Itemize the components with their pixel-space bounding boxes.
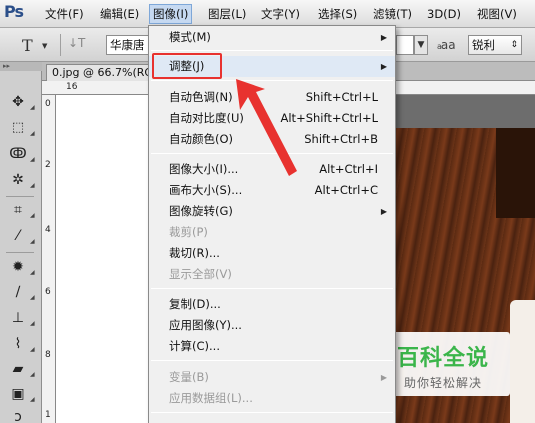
eraser-tool-icon[interactable]: ▰ xyxy=(7,359,29,379)
ruler-number: 4 xyxy=(45,225,51,235)
anti-alias-select[interactable]: 锐利 ⇕ xyxy=(468,35,522,55)
blur-tool-icon[interactable]: ↄ xyxy=(7,407,29,423)
ruler-number: 6 xyxy=(45,287,51,297)
menu-type[interactable]: 文字(Y) xyxy=(258,6,303,22)
menu-edit[interactable]: 编辑(E) xyxy=(97,6,142,22)
font-size-field[interactable] xyxy=(396,35,414,55)
tool-divider xyxy=(6,252,34,253)
panel-grip[interactable]: ▸▸ xyxy=(0,62,42,71)
submenu-arrow-icon: ▶ xyxy=(380,373,387,382)
submenu-triangle-icon: ◢ xyxy=(30,156,35,163)
menu-separator xyxy=(151,360,393,361)
font-size-dropdown-icon[interactable]: ▼ xyxy=(414,35,428,55)
stamp-tool-icon[interactable]: ⊥ xyxy=(7,308,29,328)
submenu-triangle-icon: ◢ xyxy=(30,320,35,327)
submenu-triangle-icon: ◢ xyxy=(30,269,35,276)
ruler-number: 2 xyxy=(45,160,51,170)
menu-item-canvas-size[interactable]: 画布大小(S)... Alt+Ctrl+C xyxy=(149,180,395,201)
submenu-arrow-icon: ▶ xyxy=(380,62,387,71)
menu-item-auto-tone[interactable]: 自动色调(N) Shift+Ctrl+L xyxy=(149,87,395,108)
submenu-triangle-icon: ◢ xyxy=(30,104,35,111)
photo-subject xyxy=(510,300,535,423)
submenu-triangle-icon: ◢ xyxy=(30,212,35,219)
menu-item-auto-color[interactable]: 自动颜色(O) Shift+Ctrl+B xyxy=(149,129,395,150)
menu-select[interactable]: 选择(S) xyxy=(315,6,360,22)
anti-alias-value: 锐利 xyxy=(472,38,495,52)
submenu-arrow-icon: ▶ xyxy=(380,33,387,42)
menu-layer[interactable]: 图层(L) xyxy=(205,6,249,22)
menu-item-variables: 变量(B) ▶ xyxy=(149,367,395,388)
text-orientation-icon[interactable]: ↓T xyxy=(68,36,85,50)
submenu-triangle-icon: ◢ xyxy=(30,371,35,378)
gradient-tool-icon[interactable]: ▣ xyxy=(7,384,29,404)
menu-image[interactable]: 图像(I) xyxy=(149,4,193,24)
menu-separator xyxy=(151,50,393,51)
submenu-triangle-icon: ◢ xyxy=(30,294,35,301)
submenu-triangle-icon: ◢ xyxy=(30,130,35,137)
watermark-subtitle: 助你轻松解决 xyxy=(403,376,482,390)
anti-alias-icon: aaa xyxy=(437,38,456,52)
brush-tool-icon[interactable]: ∕ xyxy=(7,282,29,302)
magic-wand-icon[interactable]: ✲ xyxy=(7,170,29,190)
submenu-triangle-icon: ◢ xyxy=(30,346,35,353)
font-family-field[interactable]: 华康唐 xyxy=(106,35,152,55)
ruler-vertical[interactable]: 0 2 4 6 8 1 xyxy=(42,95,56,423)
submenu-triangle-icon: ◢ xyxy=(30,238,35,245)
menu-item-calculations[interactable]: 计算(C)... xyxy=(149,336,395,357)
canvas-blank-area xyxy=(56,95,148,423)
photoshop-window: Ps 文件(F) 编辑(E) 图像(I) 图层(L) 文字(Y) 选择(S) 滤… xyxy=(0,0,535,423)
submenu-triangle-icon: ◢ xyxy=(30,396,35,403)
submenu-triangle-icon: ◢ xyxy=(30,182,35,189)
ruler-number: 16 xyxy=(66,82,78,92)
menu-item-image-rotation[interactable]: 图像旋转(G) ▶ xyxy=(149,201,395,222)
history-brush-icon[interactable]: ⌇ xyxy=(7,334,29,354)
tool-divider xyxy=(6,196,34,197)
menu-view[interactable]: 视图(V) xyxy=(474,6,520,22)
healing-brush-icon[interactable]: ✹ xyxy=(7,257,29,277)
menu-separator xyxy=(151,80,393,81)
menu-bar: Ps 文件(F) 编辑(E) 图像(I) 图层(L) 文字(Y) 选择(S) 滤… xyxy=(0,0,535,28)
watermark-title: 百科全说 xyxy=(396,346,489,371)
options-divider xyxy=(60,34,61,56)
ruler-number: 0 xyxy=(45,99,51,109)
lasso-tool-icon[interactable]: ↂ xyxy=(7,144,29,164)
watermark-logo: 百科全说 助你轻松解决 xyxy=(376,332,510,396)
menu-item-image-size[interactable]: 图像大小(I)... Alt+Ctrl+I xyxy=(149,159,395,180)
menu-3d[interactable]: 3D(D) xyxy=(424,6,464,22)
menu-item-crop: 裁剪(P) xyxy=(169,225,208,239)
menu-item-reveal-all: 显示全部(V) xyxy=(169,267,232,281)
ruler-number: 1 xyxy=(45,410,51,420)
tools-panel: ▸▸ ✥ ⬚ ↂ ✲ ⌗ ⁄ ✹ ∕ ⊥ ⌇ ▰ ▣ ↄ ◢ ◢ ◢ ◢ ◢ ◢… xyxy=(0,62,42,423)
menu-item-duplicate[interactable]: 复制(D)... xyxy=(149,294,395,315)
crop-tool-icon[interactable]: ⌗ xyxy=(7,200,29,220)
menu-item-mode[interactable]: 模式(M) ▶ xyxy=(149,27,395,48)
menu-separator xyxy=(151,412,393,413)
highlight-box xyxy=(152,53,222,79)
menu-separator xyxy=(151,153,393,154)
photoshop-logo: Ps xyxy=(4,2,24,21)
move-tool-icon[interactable]: ✥ xyxy=(7,92,29,112)
menu-item-auto-contrast[interactable]: 自动对比度(U) Alt+Shift+Ctrl+L xyxy=(149,108,395,129)
menu-filter[interactable]: 滤镜(T) xyxy=(370,6,415,22)
document-tab[interactable]: 0.jpg @ 66.7%(RG xyxy=(46,64,158,81)
tool-preset-arrow-icon[interactable]: ▼ xyxy=(42,42,47,50)
menu-item-trim[interactable]: 裁切(R)... xyxy=(149,243,395,264)
menu-item-apply-data-set: 应用数据组(L)... xyxy=(169,391,253,405)
eyedropper-icon[interactable]: ⁄ xyxy=(7,226,29,246)
image-menu-dropdown: 模式(M) ▶ 调整(J) ▶ 自动色调(N) Shift+Ctrl+L 自动对… xyxy=(148,25,396,423)
photo-subject-hair xyxy=(496,128,535,218)
menu-separator xyxy=(151,288,393,289)
marquee-tool-icon[interactable]: ⬚ xyxy=(7,118,29,138)
menu-item-apply-image[interactable]: 应用图像(Y)... xyxy=(149,315,395,336)
ruler-number: 8 xyxy=(45,350,51,360)
type-tool-icon[interactable]: T xyxy=(22,36,33,55)
menu-file[interactable]: 文件(F) xyxy=(42,6,87,22)
submenu-arrow-icon: ▶ xyxy=(380,207,387,216)
select-arrows-icon: ⇕ xyxy=(510,40,518,50)
